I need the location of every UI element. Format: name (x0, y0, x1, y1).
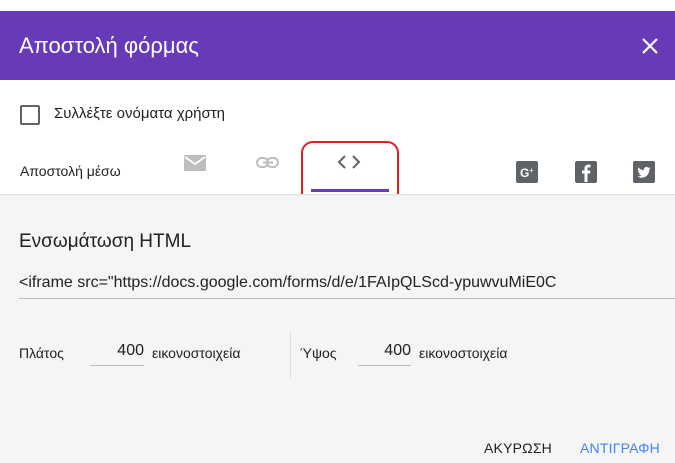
dialog-title: Αποστολή φόρμας (19, 33, 199, 58)
collect-emails-label: Συλλέξτε ονόματα χρήστη (54, 105, 225, 122)
width-label: Πλάτος (19, 345, 64, 361)
embed-code-underline (19, 298, 675, 299)
embed-code-field[interactable]: <iframe src="https://docs.google.com/for… (19, 274, 675, 292)
height-unit: εικονοστοιχεία (419, 345, 508, 361)
width-input[interactable]: 400 (90, 342, 144, 366)
height-label: Ύψος (300, 345, 337, 361)
google-plus-icon[interactable]: G + (516, 161, 538, 183)
dialog-header: Αποστολή φόρμας (0, 11, 675, 80)
twitter-icon[interactable] (633, 161, 655, 183)
height-input[interactable]: 400 (358, 342, 411, 366)
close-icon[interactable] (636, 32, 664, 60)
top-strip (0, 0, 675, 11)
copy-button[interactable]: ΑΝΤΙΓΡΑΦΗ (580, 440, 660, 456)
embed-title: Ενσωμάτωση HTML (19, 231, 192, 252)
collect-emails-checkbox[interactable] (20, 105, 40, 125)
send-via-label: Αποστολή μέσω (20, 163, 121, 179)
svg-text:G: G (520, 166, 529, 180)
svg-text:+: + (529, 166, 534, 175)
dimension-separator (290, 332, 291, 378)
link-icon[interactable] (255, 155, 281, 171)
facebook-icon[interactable] (575, 161, 597, 183)
cancel-button[interactable]: ΑΚΥΡΩΣΗ (484, 440, 552, 456)
email-icon[interactable] (182, 153, 208, 173)
width-unit: εικονοστοιχεία (152, 345, 241, 361)
